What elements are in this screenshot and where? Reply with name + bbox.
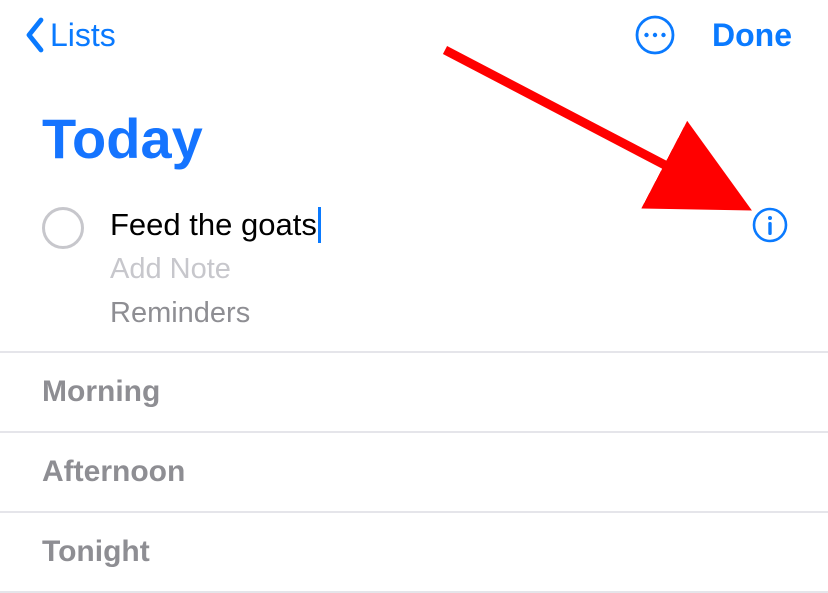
section-header: Morning bbox=[42, 375, 786, 409]
text-cursor bbox=[318, 207, 321, 243]
reminder-list-name: Reminders bbox=[110, 295, 788, 333]
done-button[interactable]: Done bbox=[712, 17, 792, 54]
reminder-content: Feed the goats Add Note Reminders bbox=[110, 205, 788, 333]
info-icon[interactable] bbox=[752, 207, 788, 243]
back-button[interactable]: Lists bbox=[24, 17, 116, 54]
chevron-left-icon bbox=[24, 17, 46, 53]
more-icon[interactable] bbox=[634, 14, 676, 56]
header-bar: Lists Done bbox=[0, 0, 828, 66]
section-tonight[interactable]: Tonight bbox=[0, 511, 828, 593]
reminder-note-input[interactable]: Add Note bbox=[110, 251, 788, 289]
reminder-checkbox[interactable] bbox=[42, 207, 84, 249]
page-title: Today bbox=[0, 66, 828, 201]
section-morning[interactable]: Morning bbox=[0, 351, 828, 431]
back-label: Lists bbox=[50, 17, 116, 54]
header-right: Done bbox=[634, 14, 792, 56]
section-header: Afternoon bbox=[42, 455, 786, 489]
reminder-title-input[interactable]: Feed the goats bbox=[110, 205, 321, 245]
reminder-title-text: Feed the goats bbox=[110, 207, 317, 242]
section-afternoon[interactable]: Afternoon bbox=[0, 431, 828, 511]
reminder-title-row: Feed the goats bbox=[110, 205, 788, 245]
section-header: Tonight bbox=[42, 535, 786, 569]
reminder-item: Feed the goats Add Note Reminders bbox=[0, 201, 828, 351]
